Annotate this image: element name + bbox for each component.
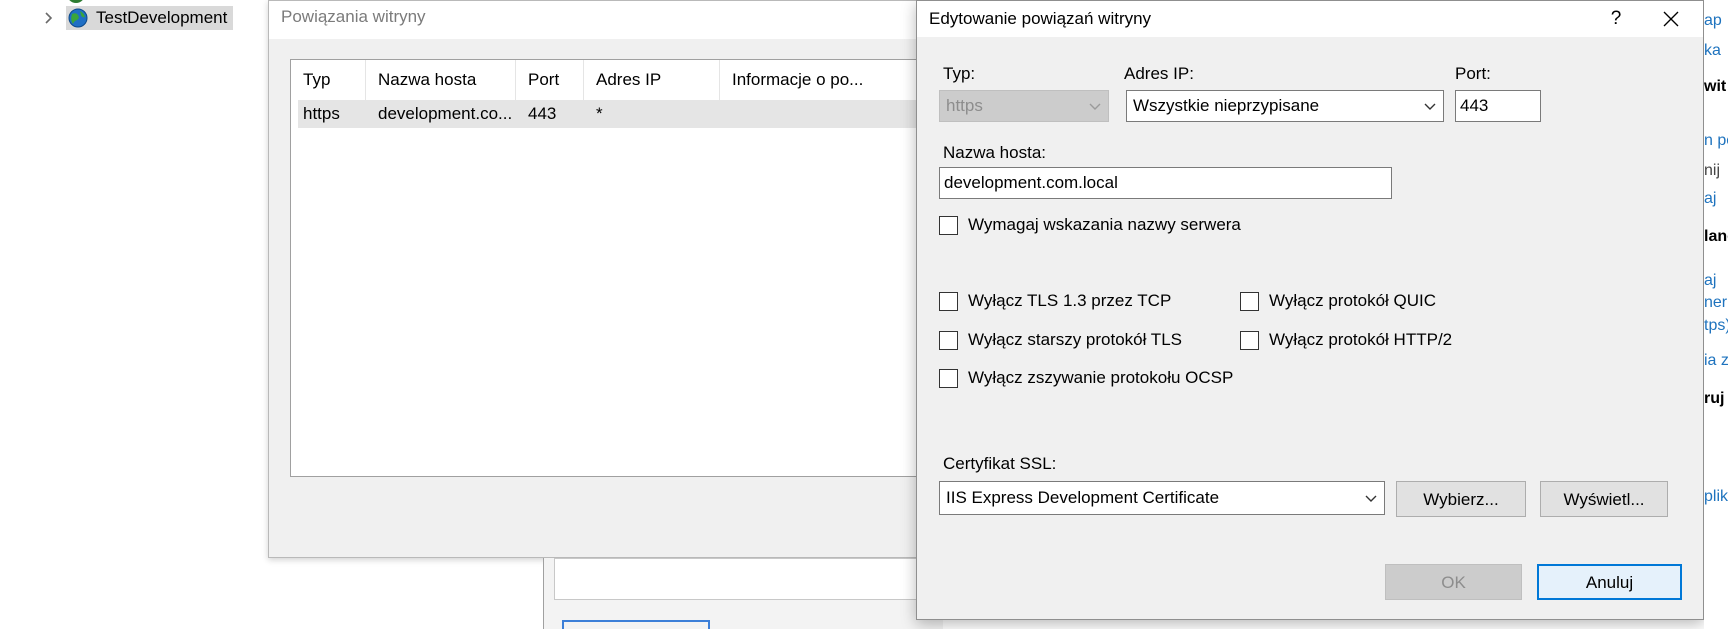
checkbox-box[interactable] (939, 368, 958, 388)
site-bindings-title: Powiązania witryny (281, 7, 426, 26)
disable-tls13-label: Wyłącz TLS 1.3 przez TCP (968, 291, 1172, 310)
actions-item[interactable]: ap (1704, 12, 1722, 30)
disable-tls13-checkbox[interactable]: Wyłącz TLS 1.3 przez TCP (939, 291, 1171, 311)
view-certificate-button[interactable]: Wyświetl... (1540, 481, 1668, 517)
ip-select[interactable]: Wszystkie nieprzypisane (1126, 90, 1444, 122)
cell-host: development.co... (378, 104, 513, 123)
actions-item[interactable]: tps) (1704, 317, 1728, 335)
actions-item[interactable]: ia z (1704, 352, 1728, 370)
ok-button[interactable]: OK (1385, 564, 1522, 600)
actions-item[interactable]: plik (1704, 488, 1728, 506)
actions-item[interactable]: ka (1704, 42, 1721, 60)
checkbox-box[interactable] (939, 291, 958, 311)
disable-http2-checkbox[interactable]: Wyłącz protokół HTTP/2 (1240, 330, 1452, 350)
disable-ocsp-checkbox[interactable]: Wyłącz zszywanie protokołu OCSP (939, 368, 1233, 388)
close-button[interactable] (1639, 1, 1703, 37)
actions-section-heading: ruj (1704, 390, 1725, 407)
disable-ocsp-label: Wyłącz zszywanie protokołu OCSP (968, 368, 1234, 387)
actions-item[interactable]: aj (1704, 190, 1716, 208)
background-panel-content (554, 558, 934, 600)
port-label: Port: (1455, 64, 1491, 83)
type-label: Typ: (943, 64, 976, 83)
cell-ip: * (596, 104, 603, 123)
checkbox-box[interactable] (939, 330, 958, 350)
checkbox-box[interactable] (1240, 291, 1259, 311)
tree-item-testdevelopment[interactable]: TestDevelopment (40, 6, 234, 30)
disable-legacy-tls-checkbox[interactable]: Wyłącz starszy protokół TLS (939, 330, 1182, 350)
background-panel (543, 558, 943, 629)
help-button[interactable]: ? (1593, 1, 1639, 37)
help-icon: ? (1610, 8, 1622, 29)
column-header-port[interactable]: Port (516, 60, 584, 100)
ssl-label: Certyfikat SSL: (943, 454, 1057, 473)
type-select: https (939, 90, 1109, 122)
ssl-certificate-select[interactable]: IIS Express Development Certificate (939, 481, 1385, 515)
cell-type: https (303, 104, 340, 123)
globe-icon (68, 8, 88, 28)
sni-checkbox[interactable]: Wymagaj wskazania nazwy serwera (939, 215, 1241, 235)
column-header-host[interactable]: Nazwa hosta (366, 60, 516, 100)
actions-item[interactable]: ner (1704, 294, 1727, 312)
chevron-right-icon[interactable] (40, 9, 58, 27)
select-certificate-button[interactable]: Wybierz... (1396, 481, 1526, 517)
dialog-titlebar: Edytowanie powiązań witryny ? (917, 1, 1703, 37)
disable-legacy-tls-label: Wyłącz starszy protokół TLS (968, 330, 1182, 349)
actions-pane: ap ka wit n po nij aj lanc aj ner tps) i… (1704, 0, 1728, 629)
tree-node-selected[interactable]: TestDevelopment (66, 6, 234, 30)
ssl-certificate-value: IIS Express Development Certificate (946, 488, 1220, 507)
ip-select-value: Wszystkie nieprzypisane (1133, 96, 1320, 115)
actions-section-heading: wit (1704, 78, 1727, 95)
actions-section-heading: lanc (1704, 228, 1728, 245)
site-bindings-window: Powiązania witryny Typ Nazwa hosta Port … (268, 0, 930, 558)
close-icon (1663, 11, 1679, 27)
port-input[interactable]: 443 (1455, 90, 1541, 122)
host-label: Nazwa hosta: (943, 143, 1046, 162)
tree-node-partial (69, 0, 83, 3)
tree-node-label: TestDevelopment (96, 8, 228, 27)
chevron-down-icon (1365, 495, 1377, 502)
dialog-title: Edytowanie powiązań witryny (929, 9, 1152, 28)
bindings-list[interactable]: Typ Nazwa hosta Port Adres IP Informacje… (290, 59, 930, 477)
chevron-down-icon (1089, 103, 1101, 110)
background-tab[interactable] (562, 620, 710, 629)
table-row[interactable]: https development.co... 443 * (298, 100, 929, 128)
actions-item[interactable]: n po (1704, 132, 1728, 150)
cell-port: 443 (528, 104, 557, 123)
edit-site-binding-dialog: Edytowanie powiązań witryny ? Typ: https… (916, 0, 1704, 620)
bindings-list-header: Typ Nazwa hosta Port Adres IP Informacje… (291, 60, 929, 100)
chevron-down-icon (1424, 103, 1436, 110)
disable-quic-checkbox[interactable]: Wyłącz protokół QUIC (1240, 291, 1436, 311)
column-header-type[interactable]: Typ (291, 60, 366, 100)
disable-quic-label: Wyłącz protokół QUIC (1269, 291, 1437, 310)
checkbox-box[interactable] (1240, 330, 1259, 350)
column-header-ip[interactable]: Adres IP (584, 60, 720, 100)
column-header-info[interactable]: Informacje o po... (720, 60, 931, 100)
actions-item[interactable]: nij (1704, 162, 1720, 180)
disable-http2-label: Wyłącz protokół HTTP/2 (1269, 330, 1453, 349)
sni-checkbox-label: Wymagaj wskazania nazwy serwera (968, 215, 1241, 234)
host-input[interactable]: development.com.local (939, 167, 1392, 199)
checkbox-box[interactable] (939, 215, 958, 235)
type-select-value: https (946, 96, 983, 115)
actions-item[interactable]: aj (1704, 272, 1716, 290)
cancel-button[interactable]: Anuluj (1537, 564, 1682, 600)
ip-label: Adres IP: (1124, 64, 1194, 83)
